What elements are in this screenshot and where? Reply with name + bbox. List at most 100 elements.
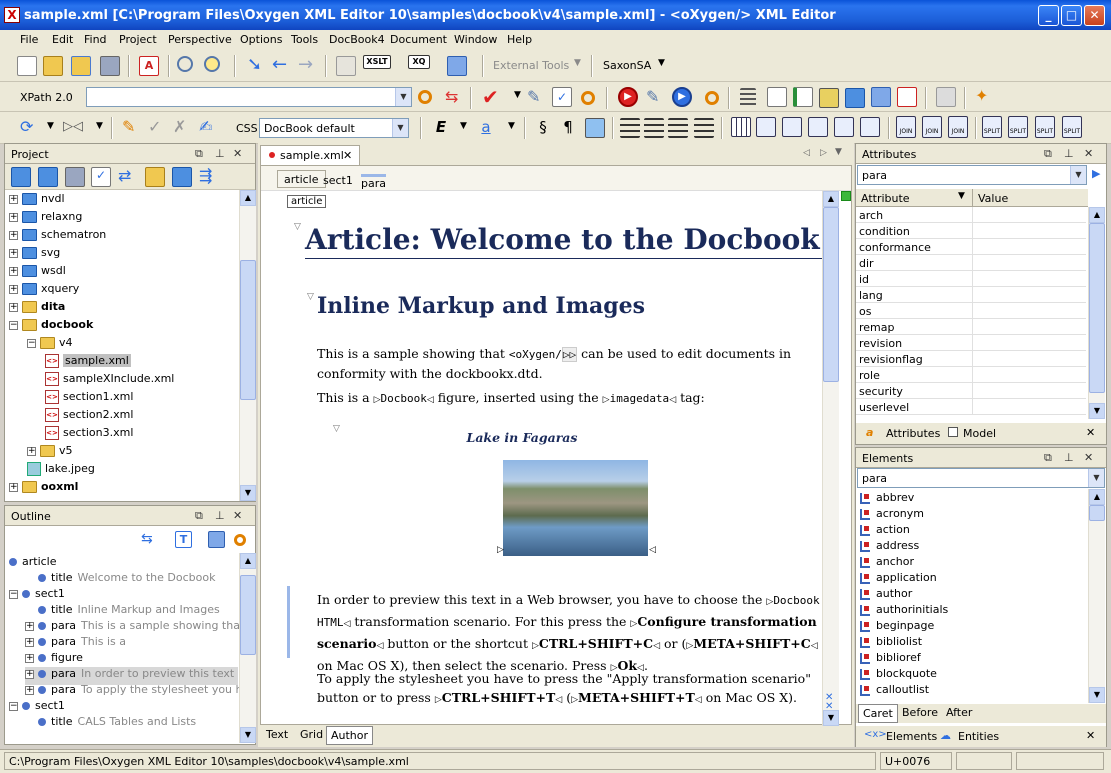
element-list-item[interactable]: calloutlist — [860, 683, 929, 699]
restore-outline-icon[interactable]: ⧉ — [195, 509, 203, 523]
attribute-value[interactable] — [972, 239, 1086, 255]
open-project-icon[interactable] — [38, 167, 58, 187]
project-item[interactable]: + nvdl — [9, 192, 65, 210]
editor-scroll-thumb[interactable] — [823, 207, 839, 382]
project-item[interactable]: + ooxml — [9, 480, 78, 498]
section-title[interactable]: Inline Markup and Images — [317, 291, 645, 321]
configure-transformation-icon[interactable]: ✎ — [646, 88, 666, 108]
attribute-row[interactable]: role — [856, 367, 1086, 383]
menu-find[interactable]: Find — [84, 33, 107, 46]
split-down-icon[interactable]: SPLIT — [1062, 116, 1082, 138]
attributes-tab[interactable]: Attributes — [886, 427, 940, 440]
change-tracking-icon[interactable]: ⟳ — [20, 118, 40, 138]
project-item[interactable]: + relaxng — [9, 210, 82, 228]
refresh-icon[interactable] — [871, 87, 891, 107]
attribute-value[interactable] — [972, 255, 1086, 271]
attribute-value[interactable] — [972, 351, 1086, 367]
project-item[interactable]: lake.jpeg — [27, 462, 95, 480]
editor-scrollbar[interactable]: ▲ ✕ ✕ ▼ — [822, 191, 839, 726]
element-list-item[interactable]: beginpage — [860, 619, 934, 635]
validate-files-icon[interactable]: ✓ — [91, 167, 111, 187]
element-list-item[interactable]: authorinitials — [860, 603, 948, 619]
menu-perspective[interactable]: Perspective — [168, 33, 232, 46]
scroll-expand-icon[interactable]: ✕ ✕ — [825, 693, 833, 712]
external-tools-dropdown-icon[interactable]: ▼ — [574, 58, 581, 68]
section-icon[interactable]: § — [533, 118, 553, 138]
expand-toggle-icon[interactable]: + — [9, 230, 18, 240]
back-icon[interactable]: ← — [272, 56, 292, 76]
show-text-icon[interactable]: T — [175, 531, 192, 548]
validate-dropdown-icon[interactable]: ▼ — [514, 90, 521, 100]
join-down-icon[interactable]: JOIN — [948, 116, 968, 138]
canonicalize-icon[interactable] — [936, 87, 956, 107]
attribute-column-header[interactable]: Attribute — [861, 192, 910, 205]
attribute-value[interactable] — [972, 383, 1086, 399]
image-end-tag-icon[interactable]: ◁ — [649, 545, 656, 555]
attribute-value[interactable] — [972, 319, 1086, 335]
debug-scenario-icon[interactable]: ▶ — [672, 87, 692, 107]
forward-icon[interactable]: → — [298, 56, 318, 76]
outline-scrollbar[interactable]: ▲ ▼ — [239, 553, 256, 743]
project-item[interactable]: − docbook — [9, 318, 93, 336]
insert-image-icon[interactable] — [585, 118, 605, 138]
expand-toggle-icon[interactable]: − — [27, 338, 36, 348]
maximize-button[interactable]: □ — [1061, 5, 1082, 26]
paragraph-2[interactable]: This is a ▷Docbook◁ figure, inserted usi… — [317, 388, 817, 410]
pin-panel-icon[interactable]: ⊥ — [215, 147, 225, 160]
delete-row-icon[interactable] — [834, 117, 854, 137]
open-url-icon[interactable] — [71, 56, 91, 76]
project-item[interactable]: <> sample.xml — [45, 354, 131, 372]
outline-expand-icon[interactable]: − — [9, 701, 18, 711]
attributes-scrollbar[interactable]: ▲ ▼ — [1088, 207, 1105, 419]
xpath-dropdown-icon[interactable]: ▼ — [395, 88, 411, 106]
model-tab[interactable]: Model — [963, 427, 996, 440]
collapse-section-icon[interactable]: ▽ — [307, 292, 314, 302]
element-list-item[interactable]: blockquote — [860, 667, 937, 683]
saxon-dropdown-icon[interactable]: ▼ — [658, 58, 665, 68]
project-item[interactable]: + schematron — [9, 228, 106, 246]
emphasis-icon[interactable]: E — [431, 118, 451, 138]
outline-expand-icon[interactable]: + — [25, 685, 34, 695]
xml-doc-icon[interactable] — [767, 87, 787, 107]
validation-scenario-icon[interactable]: ✎ — [527, 88, 547, 108]
before-tab[interactable]: Before — [898, 704, 942, 723]
split-row-icon[interactable]: SPLIT — [1008, 116, 1028, 138]
add-folder-icon[interactable] — [145, 167, 165, 187]
new-project-icon[interactable] — [11, 167, 31, 187]
generate-instance-icon[interactable] — [819, 88, 839, 108]
apply-transformation-icon[interactable]: ▶ — [618, 87, 638, 107]
value-column-header[interactable]: Value — [978, 192, 1008, 205]
insert-row-above-icon[interactable] — [782, 117, 802, 137]
project-item[interactable]: + svg — [9, 246, 60, 264]
attribute-row[interactable]: lang — [856, 287, 1086, 303]
scroll-up-icon[interactable]: ▲ — [240, 190, 256, 206]
restore-attributes-icon[interactable]: ⧉ — [1044, 147, 1052, 161]
attribute-value[interactable] — [972, 223, 1086, 239]
expand-toggle-icon[interactable]: − — [9, 320, 18, 330]
attribute-value[interactable] — [972, 399, 1086, 415]
attribute-sort-icon[interactable]: ▼ — [958, 191, 965, 201]
expand-toggle-icon[interactable]: + — [9, 266, 18, 276]
elements-tab[interactable]: Elements — [886, 730, 937, 743]
menu-docbook4[interactable]: DocBook4 — [329, 33, 385, 46]
attributes-go-icon[interactable]: ▶ — [1092, 167, 1100, 180]
attribute-row[interactable]: os — [856, 303, 1086, 319]
pin-outline-icon[interactable]: ⊥ — [215, 509, 225, 522]
swap-icon[interactable]: ⇆ — [445, 88, 465, 108]
breadcrumb-para[interactable]: para — [361, 174, 386, 190]
scroll-down-icon[interactable]: ▼ — [240, 485, 256, 501]
breadcrumb-article[interactable]: article — [277, 170, 326, 188]
editor-tab-close-icon[interactable]: ✕ — [343, 149, 352, 162]
tab-prev-icon[interactable]: ◁ — [803, 148, 810, 158]
caret-tab[interactable]: Caret — [858, 704, 898, 723]
pdf-export-icon[interactable]: A — [139, 56, 159, 76]
xsd-doc-icon[interactable] — [793, 87, 813, 107]
element-list-item[interactable]: biblioref — [860, 651, 921, 667]
element-list-item[interactable]: application — [860, 571, 937, 587]
article-tag-label[interactable]: article — [287, 195, 327, 208]
project-item[interactable]: <> section2.xml — [45, 408, 133, 426]
pin-elements-icon[interactable]: ⊥ — [1064, 451, 1074, 464]
saxon-label[interactable]: SaxonSA — [603, 59, 651, 72]
expand-toggle-icon[interactable]: + — [9, 302, 18, 312]
attributes-scroll-down-icon[interactable]: ▼ — [1089, 403, 1105, 419]
